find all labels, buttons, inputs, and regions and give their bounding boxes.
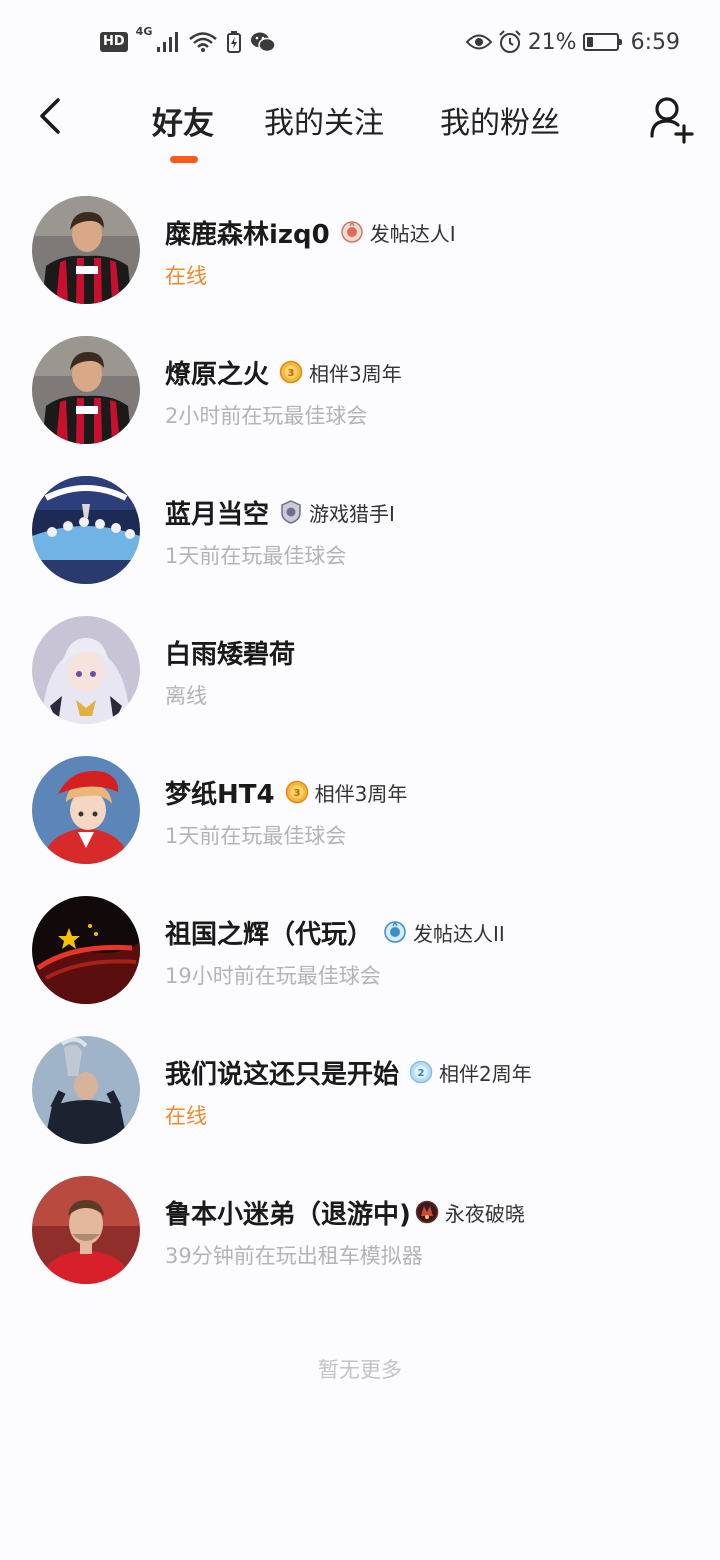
battery-icon [582,33,622,51]
tab-indicator [170,156,198,163]
friend-list: 糜鹿森林izq0 发帖达人I 在线 燎原之火 3 相伴3周年 2小时前在玩最佳球… [0,182,720,1302]
poster-medal-icon [384,921,406,943]
friend-list-item[interactable]: 祖国之辉（代玩） 发帖达人II 19小时前在玩最佳球会 [0,882,720,1022]
status-right: 21% 6:59 [465,26,680,58]
battery-saver-icon [227,31,242,53]
signal-icon [157,32,179,52]
svg-text:2: 2 [418,1068,425,1079]
badge-label: 发帖达人I [369,221,456,246]
friend-name[interactable]: 鲁本小迷弟（退游中) [165,1194,411,1231]
tab-following[interactable]: 我的关注 [264,98,384,142]
friend-list-item[interactable]: 鲁本小迷弟（退游中) 永夜破晓 39分钟前在玩出租车模拟器 [0,1162,720,1302]
poster-medal-icon [341,221,363,243]
avatar[interactable] [32,196,140,304]
add-user-icon [650,97,694,144]
avatar[interactable] [32,336,140,444]
tab-friends[interactable]: 好友 [152,98,214,143]
name-row: 糜鹿森林izq0 发帖达人I [165,210,456,254]
anniversary-gold-icon: 3 [285,780,308,804]
status-bar: HD 4G 21% 6:59 [0,0,720,84]
clock: 6:59 [630,29,680,55]
alarm-icon [498,30,521,53]
avatar[interactable] [32,476,140,584]
friend-name[interactable]: 我们说这还只是开始 [165,1054,399,1091]
friend-name[interactable]: 燎原之火 [165,354,269,391]
friend-status: 离线 [165,684,207,708]
avatar[interactable] [32,756,140,864]
friend-name[interactable]: 糜鹿森林izq0 [165,214,330,251]
header: 好友 我的关注 我的粉丝 [0,84,720,184]
name-row: 梦纸HT4 3 相伴3周年 [165,770,407,814]
status-left: HD 4G [100,25,277,58]
name-row: 祖国之辉（代玩） 发帖达人II [165,910,505,954]
badge-label: 游戏猎手I [309,501,395,526]
wifi-icon [189,32,218,52]
tab-bar: 好友 我的关注 我的粉丝 [0,84,720,184]
eye-icon [465,34,492,50]
friend-name[interactable]: 蓝月当空 [165,494,269,531]
tab-fans[interactable]: 我的粉丝 [440,98,560,142]
badge-label: 相伴3周年 [309,361,402,386]
friend-list-item[interactable]: 糜鹿森林izq0 发帖达人I 在线 [0,182,720,322]
badge-label: 相伴2周年 [439,1061,532,1086]
friend-list-item[interactable]: 梦纸HT4 3 相伴3周年 1天前在玩最佳球会 [0,742,720,882]
friend-status: 在线 [165,264,207,288]
friend-name[interactable]: 白雨矮碧荷 [165,634,295,671]
friend-list-item[interactable]: 我们说这还只是开始 2 相伴2周年 在线 [0,1022,720,1162]
friend-list-item[interactable]: 燎原之火 3 相伴3周年 2小时前在玩最佳球会 [0,322,720,462]
friend-status: 1天前在玩最佳球会 [165,824,347,848]
svg-text:3: 3 [288,368,295,379]
wechat-icon [251,32,277,53]
friend-status: 39分钟前在玩出租车模拟器 [165,1244,423,1268]
friend-status: 19小时前在玩最佳球会 [165,964,381,988]
network-type: 4G [135,25,153,38]
badge-label: 永夜破晓 [444,1201,525,1226]
avatar[interactable] [32,1176,140,1284]
friend-name[interactable]: 祖国之辉（代玩） [165,914,373,951]
friend-status: 在线 [165,1104,207,1128]
name-row: 蓝月当空 游戏猎手I [165,490,395,534]
name-row: 鲁本小迷弟（退游中) 永夜破晓 [165,1190,525,1234]
anniversary-blue-icon: 2 [409,1060,433,1084]
friend-status: 1天前在玩最佳球会 [165,544,347,568]
battery-fill [586,37,593,47]
friend-name[interactable]: 梦纸HT4 [165,774,275,811]
friend-list-item[interactable]: 蓝月当空 游戏猎手I 1天前在玩最佳球会 [0,462,720,602]
friend-list-item[interactable]: 白雨矮碧荷 离线 [0,602,720,742]
avatar[interactable] [32,616,140,724]
avatar[interactable] [32,896,140,1004]
battery-percent: 21% [527,29,577,55]
badge-label: 相伴3周年 [314,781,408,806]
name-row: 燎原之火 3 相伴3周年 [165,350,402,394]
add-friend-button[interactable] [648,96,696,144]
svg-text:3: 3 [293,788,300,799]
anniversary-gold-icon: 3 [279,360,303,384]
name-row: 我们说这还只是开始 2 相伴2周年 [165,1050,532,1094]
hunter-medal-icon [281,500,301,524]
avatar[interactable] [32,1036,140,1144]
hd-badge: HD [100,32,128,52]
name-row: 白雨矮碧荷 [165,630,295,674]
list-end-label: 暂无更多 [318,1358,402,1382]
friend-status: 2小时前在玩最佳球会 [165,404,368,428]
dawn-medal-icon [415,1200,439,1224]
badge-label: 发帖达人II [413,921,505,946]
